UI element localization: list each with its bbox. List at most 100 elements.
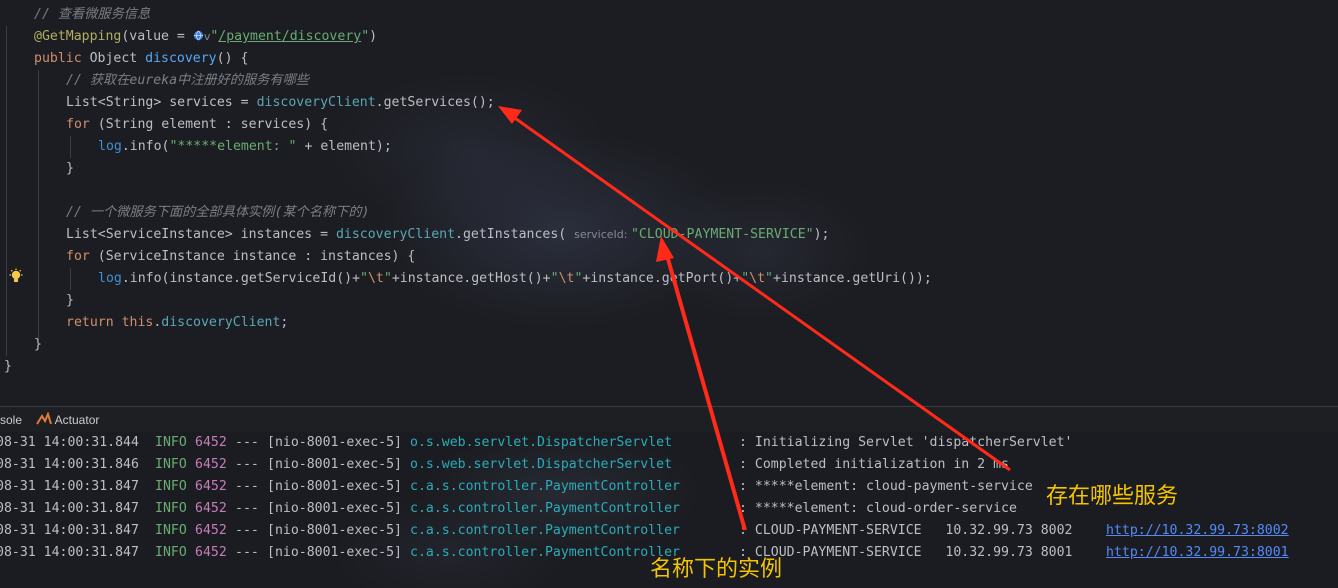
indent-guide [70,136,71,158]
log-msg: : Initializing Servlet 'dispatcherServle… [739,435,1073,450]
code-token: for [66,117,98,132]
tab-console-label: sole [0,413,23,427]
log-logger: o.s.web.servlet.DispatcherServlet [410,457,673,472]
code-token: "*****element: " [169,139,297,154]
tab-actuator[interactable]: Actuator [36,407,99,433]
code-line[interactable]: } [4,356,12,378]
log-pid: 6452 [195,457,227,472]
log-thread: [nio-8001-exec-5] [267,501,402,516]
code-token: } [66,293,74,308]
code-line[interactable]: for (ServiceInstance instance : instance… [66,246,415,268]
code-token: () { [216,51,249,66]
code-token: " [361,29,370,44]
code-line[interactable]: List<String> services = discoveryClient.… [66,92,495,114]
code-token: \t [367,271,384,286]
code-token: } [66,161,74,176]
code-token: ; [280,315,289,330]
log-ts: 08-31 14:00:31.847 [0,501,139,516]
log-link[interactable]: http://10.32.99.73:8001 [1106,542,1289,564]
code-token: + element); [296,139,392,154]
log-msg: : *****element: cloud-order-service [739,501,1017,516]
log-level: INFO [155,479,187,494]
log-ts: 08-31 14:00:31.847 [0,479,139,494]
log-ts: 08-31 14:00:31.847 [0,545,139,560]
code-token: // 获取在eureka中注册好的服务有哪些 [66,73,309,88]
code-token: (value = [121,29,193,44]
code-line[interactable]: log.info(instance.getServiceId()+"\t"+in… [98,268,932,290]
code-token: } [34,337,42,352]
log-thread: [nio-8001-exec-5] [267,479,402,494]
log-logger: c.a.s.controller.PaymentController [410,479,680,494]
log-ts: 08-31 14:00:31.847 [0,523,139,538]
code-token: .info( [121,139,170,154]
code-token: ); [813,227,830,242]
code-token: discoveryClient [335,227,456,242]
log-level: INFO [155,457,187,472]
code-line[interactable]: } [34,334,42,356]
code-token: // 查看微服务信息 [34,7,151,22]
log-pid: 6452 [195,545,227,560]
log-msg: : CLOUD-PAYMENT-SERVICE 10.32.99.73 8002 [739,523,1073,538]
log-pid: 6452 [195,479,227,494]
code-line[interactable]: return this.discoveryClient; [66,312,288,334]
tab-actuator-label: Actuator [54,413,100,427]
log-sep: --- [235,435,259,450]
code-token: public [34,51,90,66]
log-thread: [nio-8001-exec-5] [267,545,402,560]
editor-gutter[interactable] [0,0,26,405]
code-token: \t [749,271,766,286]
log-msg: : Completed initialization in 2 ms [739,457,1009,472]
code-token: } [4,359,12,374]
log-level: INFO [155,523,187,538]
code-token: /payment/discovery [218,29,362,44]
code-line[interactable]: List<ServiceInstance> instances = discov… [66,224,830,246]
code-line[interactable]: public Object discovery() { [34,48,248,70]
log-level: INFO [155,545,187,560]
code-line[interactable]: } [66,158,74,180]
code-line[interactable]: // 获取在eureka中注册好的服务有哪些 [66,70,309,92]
lightbulb-icon[interactable] [8,268,24,286]
code-token: " [550,271,559,286]
code-token: return this [66,315,154,330]
log-logger: c.a.s.controller.PaymentController [410,523,680,538]
actuator-icon [36,411,52,425]
code-token: log [98,139,122,154]
code-token: ) [369,29,378,44]
globe-icon[interactable] [193,30,204,41]
tab-console[interactable]: sole [0,407,22,433]
code-line[interactable]: // 一个微服务下面的全部具体实例(某个名称下的) [66,202,369,224]
code-token: // 一个微服务下面的全部具体实例(某个名称下的) [66,205,370,220]
code-token: (String element : services) { [97,117,329,132]
code-line[interactable]: } [66,290,74,312]
code-token: for [66,249,98,264]
log-pid: 6452 [195,523,227,538]
log-sep: --- [235,545,259,560]
code-line[interactable]: // 查看微服务信息 [34,4,150,26]
log-thread: [nio-8001-exec-5] [267,435,402,450]
log-sep: --- [235,479,259,494]
code-token: +instance.getPort()+ [582,271,742,286]
code-token: +instance.getUri()); [773,271,932,286]
indent-guide [70,268,71,290]
tool-window-tabs: sole Actuator [0,406,1338,433]
annotation-services-note: 存在哪些服务 [1046,484,1179,509]
log-msg: : CLOUD-PAYMENT-SERVICE 10.32.99.73 8001 [739,545,1073,560]
code-line[interactable]: @GetMapping(value = v"/payment/discovery… [34,26,377,48]
code-editor[interactable]: // 查看微服务信息 @GetMapping(value = v"/payment… [0,0,1338,405]
indent-guide [38,70,39,340]
code-token: (ServiceInstance instance : instances) { [97,249,416,264]
log-pid: 6452 [195,435,227,450]
code-token: @GetMapping [34,29,122,44]
log-logger: c.a.s.controller.PaymentController [410,501,680,516]
log-sep: --- [235,501,259,516]
log-ts: 08-31 14:00:31.846 [0,457,139,472]
log-ts: 08-31 14:00:31.844 [0,435,139,450]
code-token: " [741,271,750,286]
code-token: .getInstances( [455,227,575,242]
code-line[interactable]: for (String element : services) { [66,114,328,136]
code-token: List<String> services = [66,95,257,110]
log-link[interactable]: http://10.32.99.73:8002 [1106,520,1289,542]
code-token: discoveryClient [161,315,281,330]
log-logger: o.s.web.servlet.DispatcherServlet [410,435,673,450]
code-line[interactable]: log.info("*****element: " + element); [98,136,392,158]
